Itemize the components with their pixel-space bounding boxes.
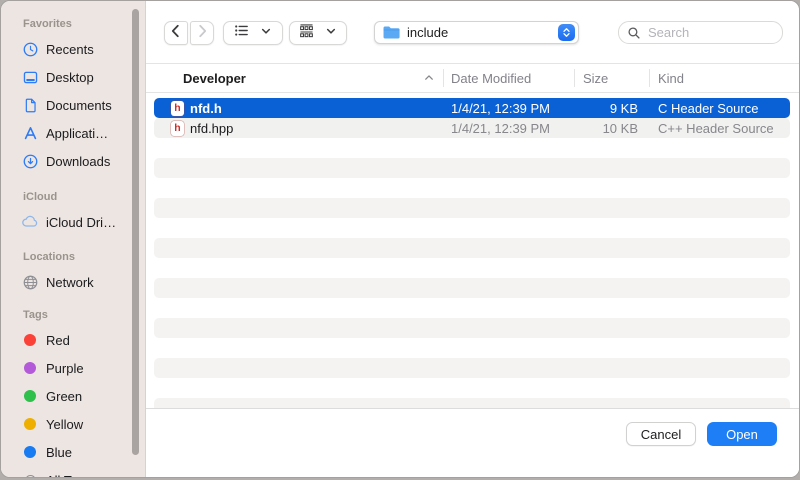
section-header-tags: Tags xyxy=(23,308,145,322)
sidebar-item-tag-red[interactable]: Red xyxy=(1,326,145,354)
sidebar-section-tags: Tags Red Purple Green Yellow Blue xyxy=(1,308,145,477)
sidebar-section-favorites: Favorites Recents Desktop Documents xyxy=(1,17,145,175)
sidebar-item-tag-yellow[interactable]: Yellow xyxy=(1,410,145,438)
sidebar-item-applications[interactable]: Applicati… xyxy=(1,119,145,147)
tag-purple-icon xyxy=(21,359,39,377)
file-name: nfd.h xyxy=(190,101,222,116)
file-size-cell: 9 KB xyxy=(574,101,649,116)
sidebar-item-downloads[interactable]: Downloads xyxy=(1,147,145,175)
file-size-cell: 10 KB xyxy=(574,121,649,136)
group-view-icon xyxy=(298,22,315,44)
file-kind-cell: C Header Source xyxy=(649,101,790,116)
file-row-nfd-h[interactable]: h nfd.h 1/4/21, 12:39 PM 9 KB C Header S… xyxy=(154,98,790,118)
search-field[interactable] xyxy=(618,21,783,44)
section-header-icloud: iCloud xyxy=(23,190,145,204)
column-header-kind[interactable]: Kind xyxy=(649,64,799,92)
sidebar-item-label: Yellow xyxy=(46,417,83,432)
sort-ascending-icon xyxy=(423,72,435,84)
sidebar-item-label: Purple xyxy=(46,361,84,376)
circle-outline-icon xyxy=(21,471,39,477)
back-button[interactable] xyxy=(164,21,188,45)
sidebar-item-label: iCloud Dri… xyxy=(46,215,116,230)
download-icon xyxy=(21,152,39,170)
sidebar-item-label: Recents xyxy=(46,42,94,57)
globe-icon xyxy=(21,273,39,291)
search-icon xyxy=(627,26,641,40)
tag-red-icon xyxy=(21,331,39,349)
open-button[interactable]: Open xyxy=(707,422,777,446)
document-icon xyxy=(21,96,39,114)
cancel-button[interactable]: Cancel xyxy=(626,422,696,446)
file-kind-cell: C++ Header Source xyxy=(649,121,790,136)
chevron-down-icon xyxy=(259,24,273,43)
sidebar: Favorites Recents Desktop Documents xyxy=(1,1,146,477)
file-name-cell: h nfd.hpp xyxy=(154,121,443,136)
file-date-cell: 1/4/21, 12:39 PM xyxy=(443,121,574,136)
column-header-name[interactable]: Developer xyxy=(146,64,443,92)
folder-dropdown-value: include xyxy=(407,25,552,40)
up-down-chevrons-icon xyxy=(558,24,575,41)
sidebar-item-desktop[interactable]: Desktop xyxy=(1,63,145,91)
sidebar-item-label: All Tags xyxy=(46,473,91,478)
cloud-icon xyxy=(21,213,39,231)
file-list: h nfd.h 1/4/21, 12:39 PM 9 KB C Header S… xyxy=(146,93,799,408)
appstore-icon xyxy=(21,124,39,142)
tag-green-icon xyxy=(21,387,39,405)
sidebar-item-label: Green xyxy=(46,389,82,404)
column-header-date-modified[interactable]: Date Modified xyxy=(443,64,574,92)
list-view-control[interactable] xyxy=(223,21,283,45)
dialog-footer: Cancel Open xyxy=(146,408,799,477)
sidebar-item-label: Documents xyxy=(46,98,112,113)
clock-icon xyxy=(21,40,39,58)
file-row-nfd-hpp[interactable]: h nfd.hpp 1/4/21, 12:39 PM 10 KB C++ Hea… xyxy=(154,118,790,138)
file-open-dialog: Favorites Recents Desktop Documents xyxy=(0,0,800,478)
c-header-file-icon: h xyxy=(171,101,184,116)
folder-dropdown[interactable]: include xyxy=(374,21,579,44)
sidebar-item-network[interactable]: Network xyxy=(1,268,145,296)
sidebar-item-tag-blue[interactable]: Blue xyxy=(1,438,145,466)
sidebar-item-label: Network xyxy=(46,275,94,290)
chevron-right-icon xyxy=(193,22,211,45)
search-input[interactable] xyxy=(646,24,774,41)
column-header-size[interactable]: Size xyxy=(574,64,649,92)
chevron-left-icon xyxy=(167,22,185,45)
tag-blue-icon xyxy=(21,443,39,461)
sidebar-item-label: Desktop xyxy=(46,70,94,85)
sidebar-item-tag-green[interactable]: Green xyxy=(1,382,145,410)
sidebar-item-label: Red xyxy=(46,333,70,348)
sidebar-item-label: Applicati… xyxy=(46,126,108,141)
file-name: nfd.hpp xyxy=(190,121,233,136)
cpp-header-file-icon: h xyxy=(171,121,184,136)
sidebar-item-label: Downloads xyxy=(46,154,110,169)
sidebar-item-documents[interactable]: Documents xyxy=(1,91,145,119)
group-view-control[interactable] xyxy=(289,21,347,45)
sidebar-scrollbar[interactable] xyxy=(132,9,139,455)
toolbar: include xyxy=(146,1,799,64)
sidebar-item-recents[interactable]: Recents xyxy=(1,35,145,63)
file-name-cell: h nfd.h xyxy=(154,101,443,116)
sidebar-item-label: Blue xyxy=(46,445,72,460)
sidebar-item-tag-purple[interactable]: Purple xyxy=(1,354,145,382)
navigation-buttons xyxy=(164,21,214,45)
sidebar-section-icloud: iCloud iCloud Dri… xyxy=(1,190,145,236)
sidebar-item-icloud-drive[interactable]: iCloud Dri… xyxy=(1,208,145,236)
forward-button[interactable] xyxy=(190,21,214,45)
section-header-favorites: Favorites xyxy=(23,17,145,31)
table-header: Developer Date Modified Size Kind xyxy=(146,64,799,93)
sidebar-section-locations: Locations Network xyxy=(1,250,145,296)
file-date-cell: 1/4/21, 12:39 PM xyxy=(443,101,574,116)
main-content: include Developer Date Modifi xyxy=(146,1,799,477)
desktop-icon xyxy=(21,68,39,86)
empty-rows xyxy=(146,138,799,408)
tag-yellow-icon xyxy=(21,415,39,433)
chevron-down-icon xyxy=(324,24,338,43)
list-view-icon xyxy=(233,22,250,44)
section-header-locations: Locations xyxy=(23,250,145,264)
folder-icon xyxy=(382,25,401,40)
sidebar-item-all-tags[interactable]: All Tags xyxy=(1,466,145,477)
